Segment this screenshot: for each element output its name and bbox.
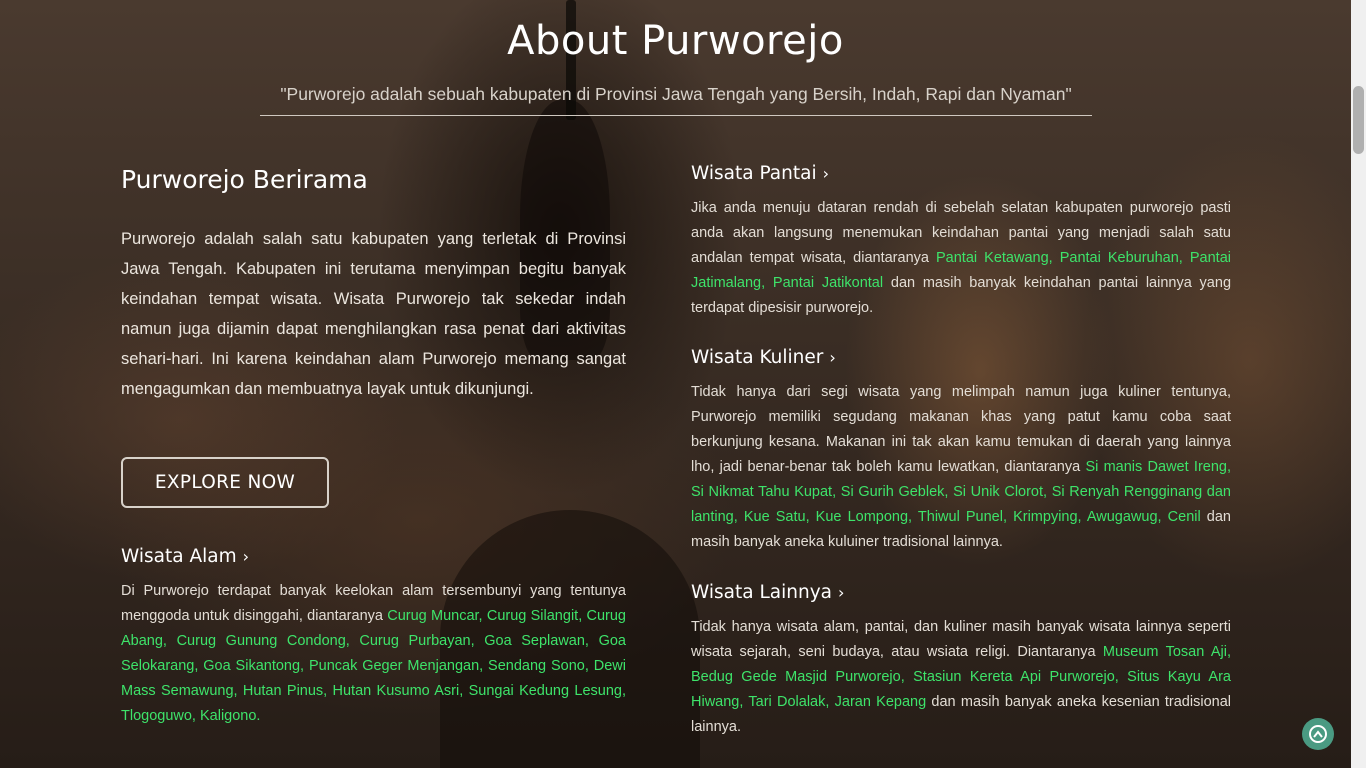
- page-title: About Purworejo: [507, 18, 844, 64]
- wisata-alam-heading[interactable]: Wisata Alam ›: [121, 546, 249, 567]
- section-wisata-alam: Wisata Alam › Di Purworejo terdapat bany…: [121, 546, 626, 729]
- explore-now-button[interactable]: EXPLORE NOW: [121, 456, 329, 508]
- wisata-kuliner-heading[interactable]: Wisata Kuliner ›: [691, 347, 836, 368]
- wisata-pantai-heading-label: Wisata Pantai: [691, 163, 817, 184]
- wisata-alam-heading-label: Wisata Alam: [121, 546, 237, 567]
- back-to-top-button[interactable]: [1302, 718, 1334, 750]
- wisata-lainnya-heading-label: Wisata Lainnya: [691, 582, 832, 603]
- arrow-up-glyph: [1313, 730, 1323, 738]
- wisata-alam-text: Di Purworejo terdapat banyak keelokan al…: [121, 579, 626, 729]
- section-wisata-lainnya: Wisata Lainnya › Tidak hanya wisata alam…: [691, 582, 1231, 740]
- chevron-right-icon: ›: [242, 547, 250, 566]
- wisata-lainnya-heading[interactable]: Wisata Lainnya ›: [691, 582, 844, 603]
- wisata-kuliner-text: Tidak hanya dari segi wisata yang melimp…: [691, 380, 1231, 555]
- chevron-right-icon: ›: [822, 164, 829, 183]
- section-wisata-pantai: Wisata Pantai › Jika anda menuju dataran…: [691, 163, 1231, 321]
- wisata-kuliner-heading-label: Wisata Kuliner: [691, 347, 824, 368]
- wisata-lainnya-text: Tidak hanya wisata alam, pantai, dan kul…: [691, 615, 1231, 740]
- wisata-pantai-text: Jika anda menuju dataran rendah di sebel…: [691, 196, 1231, 321]
- page-subtitle: "Purworejo adalah sebuah kabupaten di Pr…: [260, 84, 1092, 116]
- wisata-pantai-heading[interactable]: Wisata Pantai ›: [691, 163, 829, 184]
- section-wisata-kuliner: Wisata Kuliner › Tidak hanya dari segi w…: [691, 347, 1231, 555]
- arrow-up-icon: [1309, 725, 1327, 743]
- chevron-right-icon: ›: [829, 348, 836, 367]
- wisata-alam-highlight[interactable]: Curug Muncar, Curug Silangit, Curug Aban…: [121, 608, 626, 724]
- intro-section: Purworejo Berirama Purworejo adalah sala…: [121, 165, 626, 508]
- scrollbar-track[interactable]: [1351, 0, 1366, 768]
- chevron-right-icon: ›: [838, 583, 845, 602]
- scrollbar-thumb[interactable]: [1353, 86, 1364, 154]
- intro-text: Purworejo adalah salah satu kabupaten ya…: [121, 230, 626, 398]
- intro-heading: Purworejo Berirama: [121, 165, 368, 194]
